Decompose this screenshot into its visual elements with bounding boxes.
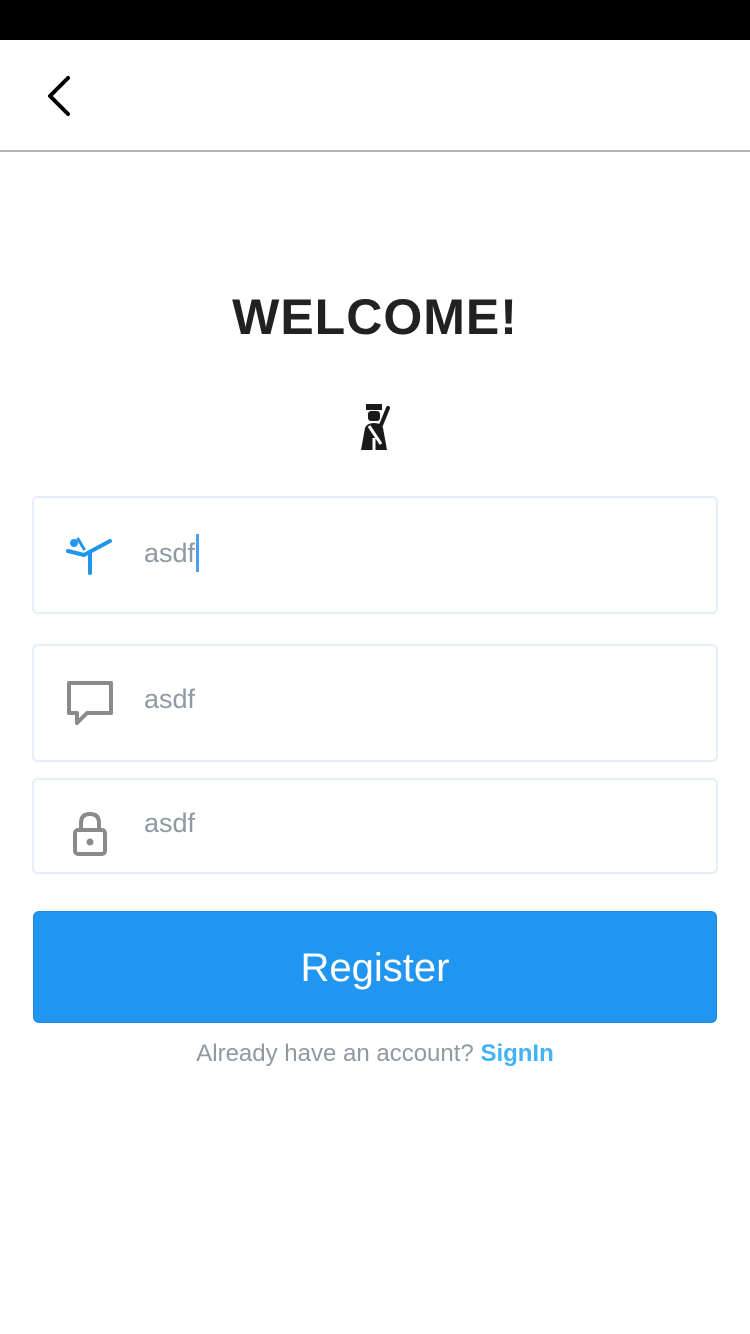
username-field[interactable]: asdf	[32, 496, 718, 614]
message-icon	[64, 677, 116, 729]
signin-link[interactable]: SignIn	[480, 1040, 553, 1067]
lock-icon	[64, 808, 116, 860]
page-title: WELCOME!	[232, 289, 518, 345]
signin-row: Already have an account? SignIn	[0, 1040, 750, 1068]
password-field[interactable]: asdf	[32, 778, 718, 874]
signin-prompt: Already have an account?	[196, 1040, 474, 1067]
email-field[interactable]: asdf	[32, 644, 718, 762]
back-button[interactable]	[28, 66, 88, 126]
status-bar	[0, 0, 750, 40]
guard-icon	[351, 400, 399, 452]
password-value: asdf	[144, 808, 196, 838]
username-value: asdf	[144, 538, 196, 569]
email-value: asdf	[144, 684, 196, 714]
chevron-left-icon	[48, 76, 70, 116]
karate-kick-icon	[64, 529, 116, 581]
nav-bar	[0, 40, 750, 152]
text-caret	[196, 534, 200, 572]
register-button[interactable]: Register	[33, 911, 717, 1023]
